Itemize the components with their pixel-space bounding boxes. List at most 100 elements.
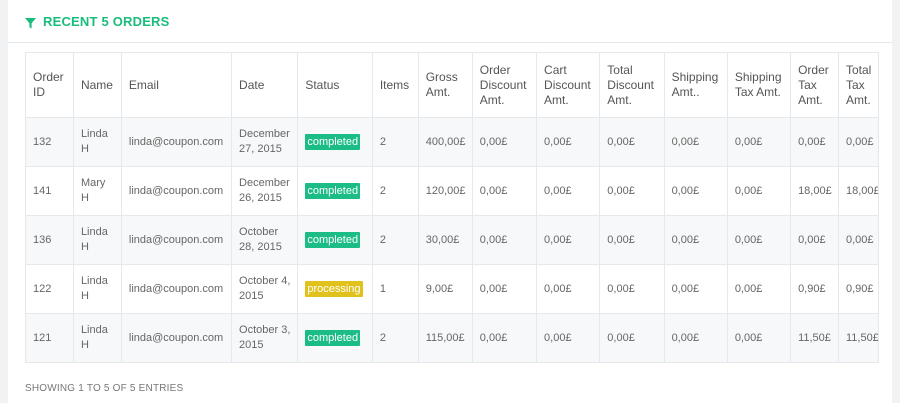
cell-items: 2 [371,166,419,216]
column-header-total-discount-amt[interactable]: Total Discount Amt. [599,52,665,118]
cell-order-id: 121 [25,313,74,363]
filter-icon [25,16,36,28]
cell-order-id: 141 [25,166,74,216]
cell-status: completed [297,166,373,216]
table-row: 122 Linda H linda@coupon.com October 4, … [25,264,878,314]
cell-total-discount-amt: 0,00£ [599,215,665,265]
cell-status: processing [297,264,373,314]
column-header-order-id[interactable]: Order ID [25,52,74,118]
column-header-status[interactable]: Status [297,52,373,118]
cell-email: linda@coupon.com [120,117,233,167]
cell-order-tax-amt: 0,00£ [790,215,839,265]
cell-name: Linda H [72,215,122,265]
cell-email: linda@coupon.com [120,313,233,363]
panel-title: RECENT 5 ORDERS [43,13,170,29]
cell-order-tax-amt: 18,00£ [790,166,839,216]
cell-shipping-tax-amt: 0,00£ [726,117,792,167]
cell-shipping-amt: 0,00£ [663,117,728,167]
cell-total-discount-amt: 0,00£ [599,166,665,216]
cell-shipping-tax-amt: 0,00£ [726,215,792,265]
cell-cart-discount-amt: 0,00£ [536,215,601,265]
cell-order-id: 132 [25,117,74,167]
status-badge: completed [305,330,361,346]
cell-order-discount-amt: 0,00£ [471,215,538,265]
cell-email: linda@coupon.com [120,215,233,265]
cell-shipping-tax-amt: 0,00£ [726,166,792,216]
cell-date: October 4, 2015 [231,264,299,314]
table-header-row: Order ID Name Email Date Status Items Gr… [25,52,878,118]
cell-total-discount-amt: 0,00£ [599,313,665,363]
cell-items: 2 [371,313,419,363]
cell-date: December 26, 2015 [231,166,299,216]
cell-items: 1 [371,264,419,314]
cell-total-discount-amt: 0,00£ [599,264,665,314]
status-badge: completed [305,232,361,248]
column-header-name[interactable]: Name [72,52,122,118]
cell-gross-amt: 9,00£ [417,264,473,314]
status-badge: completed [305,183,361,199]
cell-status: completed [297,117,373,167]
orders-table-wrapper: Order ID Name Email Date Status Items Gr… [25,52,879,363]
cell-name: Linda H [72,264,122,314]
column-header-shipping-tax-amt[interactable]: Shipping Tax Amt. [726,52,792,118]
cell-order-id: 136 [25,215,74,265]
cell-date: December 27, 2015 [231,117,299,167]
column-header-gross-amt[interactable]: Gross Amt. [417,52,473,118]
column-header-cart-discount-amt[interactable]: Cart Discount Amt. [536,52,601,118]
cell-shipping-tax-amt: 0,00£ [726,313,792,363]
cell-shipping-tax-amt: 0,00£ [726,264,792,314]
cell-email: linda@coupon.com [120,166,233,216]
column-header-email[interactable]: Email [120,52,233,118]
cell-total-discount-amt: 0,00£ [599,117,665,167]
cell-items: 2 [371,117,419,167]
cell-gross-amt: 120,00£ [417,166,473,216]
panel-header: RECENT 5 ORDERS [8,0,892,43]
cell-status: completed [297,313,373,363]
cell-status: completed [297,215,373,265]
table-info-text: SHOWING 1 TO 5 OF 5 ENTRIES [25,383,184,394]
cell-cart-discount-amt: 0,00£ [536,117,601,167]
orders-table: Order ID Name Email Date Status Items Gr… [25,52,878,363]
recent-orders-panel: RECENT 5 ORDERS Order ID Name Email Date… [8,0,892,403]
cell-shipping-amt: 0,00£ [663,166,728,216]
cell-shipping-amt: 0,00£ [663,313,728,363]
cell-order-tax-amt: 11,50£ [790,313,839,363]
status-badge: completed [305,134,361,150]
column-header-order-discount-amt[interactable]: Order Discount Amt. [471,52,538,118]
cell-order-tax-amt: 0,00£ [790,117,839,167]
cell-order-discount-amt: 0,00£ [471,117,538,167]
status-badge: processing [305,281,363,297]
cell-gross-amt: 400,00£ [417,117,473,167]
cell-date: October 28, 2015 [231,215,299,265]
column-header-date[interactable]: Date [231,52,299,118]
cell-name: Linda H [72,117,122,167]
column-header-items[interactable]: Items [371,52,419,118]
cell-date: October 3, 2015 [231,313,299,363]
cell-total-tax-amt: 0,00£ [838,117,878,167]
table-row: 141 Mary H linda@coupon.com December 26,… [25,166,878,216]
cell-cart-discount-amt: 0,00£ [536,264,601,314]
cell-items: 2 [371,215,419,265]
column-header-total-tax-amt[interactable]: Total Tax Amt. [838,52,878,118]
cell-total-tax-amt: 18,00£ [838,166,878,216]
cell-order-tax-amt: 0,90£ [790,264,839,314]
cell-cart-discount-amt: 0,00£ [536,166,601,216]
cell-shipping-amt: 0,00£ [663,215,728,265]
table-row: 132 Linda H linda@coupon.com December 27… [25,117,878,167]
column-header-shipping-amt[interactable]: Shipping Amt.. [663,52,728,118]
cell-total-tax-amt: 0,00£ [838,215,878,265]
cell-total-tax-amt: 0,90£ [838,264,878,314]
cell-total-tax-amt: 11,50£ [838,313,878,363]
cell-order-discount-amt: 0,00£ [471,166,538,216]
cell-name: Mary H [72,166,122,216]
cell-cart-discount-amt: 0,00£ [536,313,601,363]
table-row: 136 Linda H linda@coupon.com October 28,… [25,215,878,265]
cell-shipping-amt: 0,00£ [663,264,728,314]
cell-gross-amt: 115,00£ [417,313,473,363]
cell-gross-amt: 30,00£ [417,215,473,265]
cell-order-id: 122 [25,264,74,314]
column-header-order-tax-amt[interactable]: Order Tax Amt. [790,52,839,118]
cell-order-discount-amt: 0,00£ [471,264,538,314]
cell-order-discount-amt: 0,00£ [471,313,538,363]
cell-name: Linda H [72,313,122,363]
